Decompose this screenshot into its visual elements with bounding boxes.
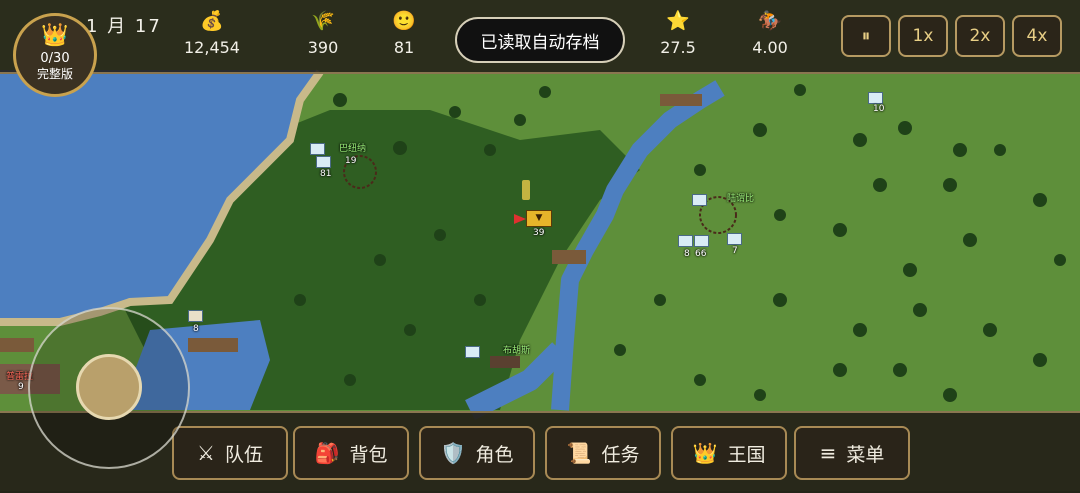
- character-button[interactable]: 🛡️ 角色: [419, 426, 535, 480]
- speed-2x-button[interactable]: 2x: [955, 15, 1005, 57]
- party-ne-size: 10: [873, 104, 885, 114]
- achievement-badge[interactable]: 👑 0/30 完整版: [13, 13, 97, 97]
- crown-icon: 👑: [692, 441, 718, 465]
- swords-icon: ⚔: [197, 441, 215, 465]
- morale-value: 81: [393, 38, 415, 57]
- party-west-size: 81: [320, 169, 332, 179]
- stat-food: 🌾 390: [283, 10, 363, 58]
- wheat-icon: 🌾: [311, 10, 335, 32]
- speed-1x-button[interactable]: 1x: [898, 15, 948, 57]
- party-sw-flag[interactable]: [188, 310, 203, 322]
- red-flag-icon: [514, 214, 526, 224]
- town-west-name[interactable]: 巴纽纳: [339, 144, 366, 154]
- party-east-a-size: 8: [684, 249, 690, 259]
- full-version-label: 完整版: [36, 67, 73, 81]
- inventory-button[interactable]: 🎒 背包: [293, 426, 409, 480]
- crown-icon: 👑: [41, 23, 69, 48]
- renown-value: 27.5: [660, 38, 696, 57]
- autosave-loaded-toast: 已读取自动存档: [455, 17, 625, 63]
- money-bag-icon: 💰: [200, 10, 224, 32]
- destination-marker: [522, 180, 530, 200]
- town-west-size: 19: [345, 156, 357, 166]
- stat-morale: 🙂 81: [364, 10, 444, 58]
- star-icon: ⭐: [666, 10, 690, 32]
- village-south-marker[interactable]: [490, 356, 520, 368]
- menu-button[interactable]: ≡ 菜单: [794, 426, 910, 480]
- party-east-flag-top[interactable]: [692, 194, 707, 206]
- stat-speed: 🏇 4.00: [730, 10, 810, 58]
- quests-button-label: 任务: [601, 443, 640, 466]
- party-ne-flag[interactable]: [868, 92, 883, 104]
- party-east-flag-a[interactable]: [678, 235, 693, 247]
- smiley-icon: 🙂: [392, 10, 416, 32]
- pause-icon: ⏸: [861, 26, 871, 46]
- party-east-flag-b[interactable]: [694, 235, 709, 247]
- stat-gold: 💰 12,454: [172, 10, 252, 58]
- party-button[interactable]: ⚔ 队伍: [172, 426, 288, 480]
- inventory-button-label: 背包: [349, 443, 388, 466]
- pause-button[interactable]: ⏸: [841, 15, 891, 57]
- party-sw-size: 8: [193, 324, 199, 334]
- player-banner-icon: ▼: [535, 213, 543, 223]
- gold-value: 12,454: [184, 38, 240, 57]
- village-south-name[interactable]: 布胡斯: [503, 346, 530, 356]
- party-east-flag-c[interactable]: [727, 233, 742, 245]
- character-button-label: 角色: [475, 443, 514, 466]
- shield-icon: 🛡️: [440, 441, 466, 465]
- bridge-west: [188, 338, 238, 352]
- player-level: 39: [533, 228, 545, 238]
- party-east-c-size: 7: [732, 246, 738, 256]
- achievement-count: 0/30: [40, 51, 70, 66]
- speed-value: 4.00: [752, 38, 788, 57]
- party-west-flag[interactable]: [310, 143, 325, 155]
- kingdom-button[interactable]: 👑 王国: [671, 426, 787, 480]
- scroll-icon: 📜: [566, 441, 592, 465]
- party-west-flag-2[interactable]: [316, 156, 331, 168]
- kingdom-button-label: 王国: [727, 443, 766, 466]
- calendar-date: 1 月 17: [86, 16, 162, 37]
- backpack-icon: 🎒: [314, 441, 340, 465]
- hamburger-icon: ≡: [819, 441, 837, 465]
- menu-button-label: 菜单: [846, 443, 885, 466]
- village-south-flag[interactable]: [465, 346, 480, 358]
- player-party-marker[interactable]: ▼: [526, 210, 552, 227]
- stat-renown: ⭐ 27.5: [638, 10, 718, 58]
- joystick-knob[interactable]: [76, 354, 142, 420]
- quests-button[interactable]: 📜 任务: [545, 426, 661, 480]
- town-east-name[interactable]: 陆谓比: [727, 194, 754, 204]
- bridge-north: [660, 94, 702, 106]
- food-value: 390: [307, 38, 339, 57]
- bridge-center: [552, 250, 586, 264]
- horse-rider-icon: 🏇: [758, 10, 782, 32]
- speed-4x-button[interactable]: 4x: [1012, 15, 1062, 57]
- enemy-town-size: 9: [18, 382, 24, 392]
- party-button-label: 队伍: [224, 443, 263, 466]
- bridge-far-west: [0, 338, 34, 352]
- party-east-b-size: 66: [695, 249, 707, 259]
